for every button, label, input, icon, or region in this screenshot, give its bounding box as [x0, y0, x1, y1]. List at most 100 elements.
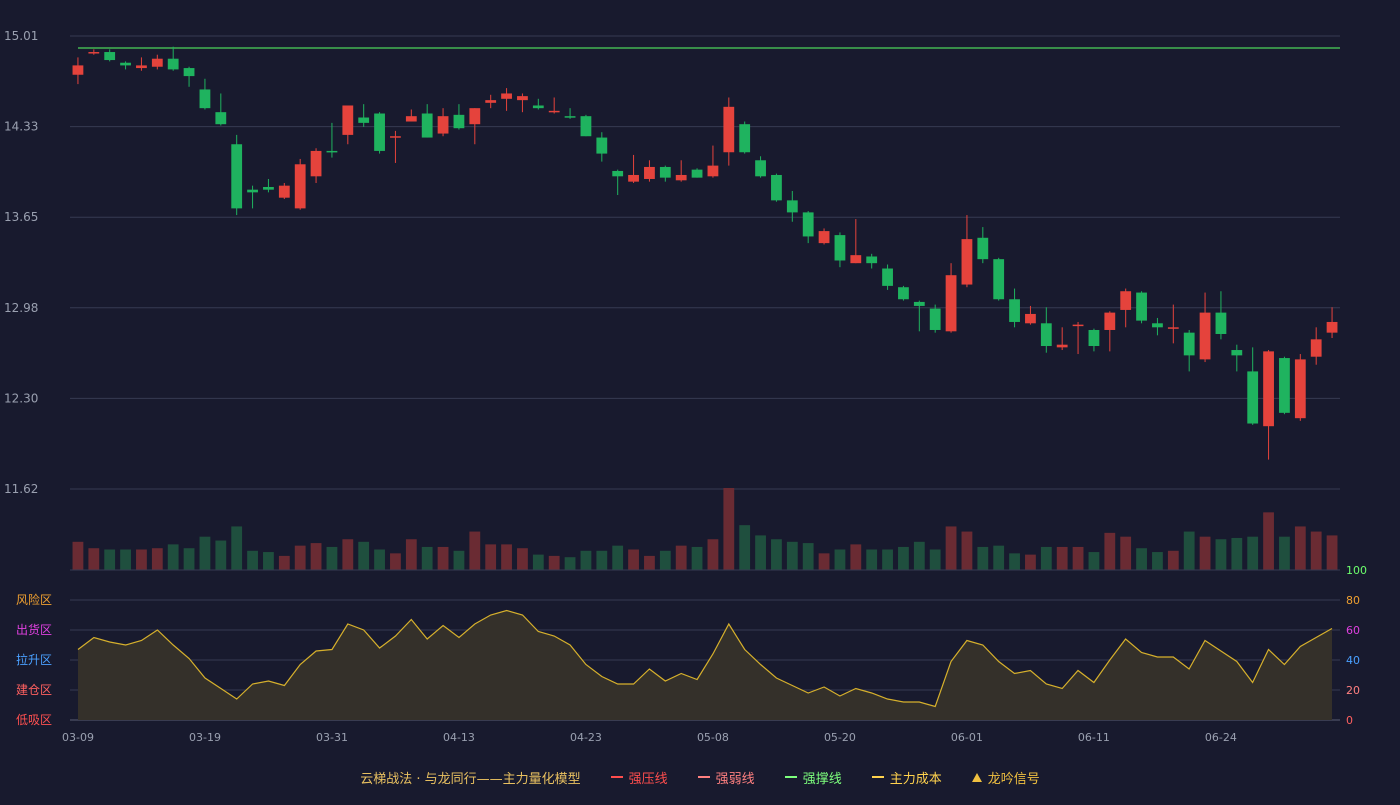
legend-item-main-cost[interactable]: 主力成本: [871, 768, 942, 787]
candle-body: [199, 89, 211, 109]
volume-bar: [1231, 537, 1243, 570]
candle-body: [564, 116, 576, 118]
legend-label-main-cost: 主力成本: [889, 771, 942, 787]
legend-swatch-main-cost: [871, 776, 884, 778]
volume-bar: [612, 545, 624, 570]
candle-body: [326, 150, 338, 153]
volume-bar: [628, 549, 639, 570]
candle-body: [263, 187, 274, 190]
candle-body: [628, 174, 639, 182]
candle-body: [167, 58, 179, 70]
x-tick-label: 03-09: [62, 731, 94, 744]
legend-label-dragon-signal: 龙吟信号: [987, 771, 1040, 787]
x-tick-label: 04-13: [443, 731, 475, 744]
legend-swatch-strong-support: [784, 776, 797, 778]
candle-body: [961, 239, 973, 285]
legend-item-strong-support[interactable]: 强撑线: [784, 768, 842, 787]
zone-label: 风险区: [16, 592, 52, 607]
volume-bar: [453, 550, 465, 570]
candle-body: [1120, 291, 1132, 310]
candle-body: [1025, 313, 1036, 324]
candle-body: [612, 170, 624, 177]
volume-bar: [1247, 536, 1259, 570]
price-tick-label: 11.62: [4, 482, 38, 496]
candle-body: [1263, 351, 1274, 427]
candle-body: [659, 166, 671, 178]
volume-bar: [231, 526, 243, 570]
volume-bar: [1088, 552, 1100, 570]
volume-bar: [659, 550, 671, 570]
candle-body: [437, 116, 449, 134]
candle-body: [882, 268, 893, 286]
zone-label: 低吸区: [16, 713, 52, 727]
volume-bar: [215, 540, 227, 570]
volume-bar: [326, 546, 338, 570]
candle-body: [1167, 327, 1179, 329]
candle-body: [913, 301, 925, 306]
candle-body: [342, 105, 354, 135]
x-tick-label: 03-19: [189, 731, 221, 744]
indicator-tick-label: 80: [1346, 594, 1360, 607]
candle-body: [1072, 324, 1084, 327]
candle-body: [390, 136, 401, 138]
x-tick-label: 04-23: [570, 731, 602, 744]
candle-body: [1326, 321, 1338, 333]
legend-swatch-strength-line: [697, 776, 710, 778]
x-tick-label: 06-11: [1078, 731, 1110, 744]
indicator-tick-label: 40: [1346, 654, 1360, 667]
candle-body: [1040, 323, 1052, 347]
candle-body: [358, 117, 370, 123]
volume-bar: [707, 539, 719, 570]
candle-body: [485, 100, 497, 103]
volume-bar: [1040, 546, 1052, 570]
x-tick-label: 05-20: [824, 731, 856, 744]
candle-body: [548, 110, 560, 113]
candle-body: [1183, 332, 1195, 356]
volume-bar: [675, 545, 687, 570]
legend-item-strong-pressure[interactable]: 强压线: [610, 768, 668, 787]
volume-bar: [247, 550, 258, 570]
x-tick-label: 06-24: [1205, 731, 1237, 744]
volume-bar: [151, 548, 163, 570]
volume-bar: [120, 549, 131, 570]
legend-item-strength-line[interactable]: 强弱线: [697, 768, 755, 787]
volume-bar: [1326, 535, 1338, 570]
volume-bar: [1183, 531, 1195, 570]
volume-bar: [596, 550, 608, 570]
x-tick-label: 06-01: [951, 731, 983, 744]
candle-body: [405, 116, 417, 122]
candle-body: [120, 62, 131, 66]
volume-bar: [1136, 548, 1147, 570]
candle-body: [231, 144, 243, 209]
candle-body: [977, 237, 989, 260]
candle-body: [469, 108, 481, 125]
volume-bar: [913, 541, 925, 570]
price-tick-label: 12.98: [4, 301, 38, 315]
volume-bar: [199, 536, 211, 570]
volume-bar: [834, 549, 846, 570]
legend-item-dragon-signal[interactable]: 龙吟信号: [971, 768, 1040, 787]
kline-chart-svg: 15.01 14.33 13.65 12.98 12.30 11.62 0 20 40 60 80 1…: [4, 29, 1367, 744]
volume-bar: [342, 539, 354, 570]
candle-body: [786, 200, 798, 213]
volume-bar: [501, 544, 512, 570]
candle-body: [1231, 350, 1243, 356]
legend-label-title: 云梯战法 · 与龙同行——主力量化模型: [360, 771, 581, 787]
candle-body: [421, 113, 433, 138]
legend-item-title[interactable]: 云梯战法 · 与龙同行——主力量化模型: [360, 768, 580, 787]
candle-body: [691, 169, 703, 178]
volume-bar: [929, 549, 941, 570]
candle-body: [104, 52, 116, 61]
candle-body: [151, 58, 163, 67]
volume-bar: [405, 539, 417, 570]
volume-bar: [786, 541, 798, 570]
volume-bar: [1009, 553, 1020, 570]
volume-bar: [1263, 512, 1274, 570]
volume-bar: [278, 555, 290, 570]
volume-bar: [104, 549, 116, 570]
volume-bar: [485, 544, 497, 570]
volume-bar: [580, 550, 592, 570]
price-tick-label: 12.30: [4, 391, 38, 405]
candle-body: [818, 231, 830, 244]
volume-bar: [1199, 536, 1211, 570]
